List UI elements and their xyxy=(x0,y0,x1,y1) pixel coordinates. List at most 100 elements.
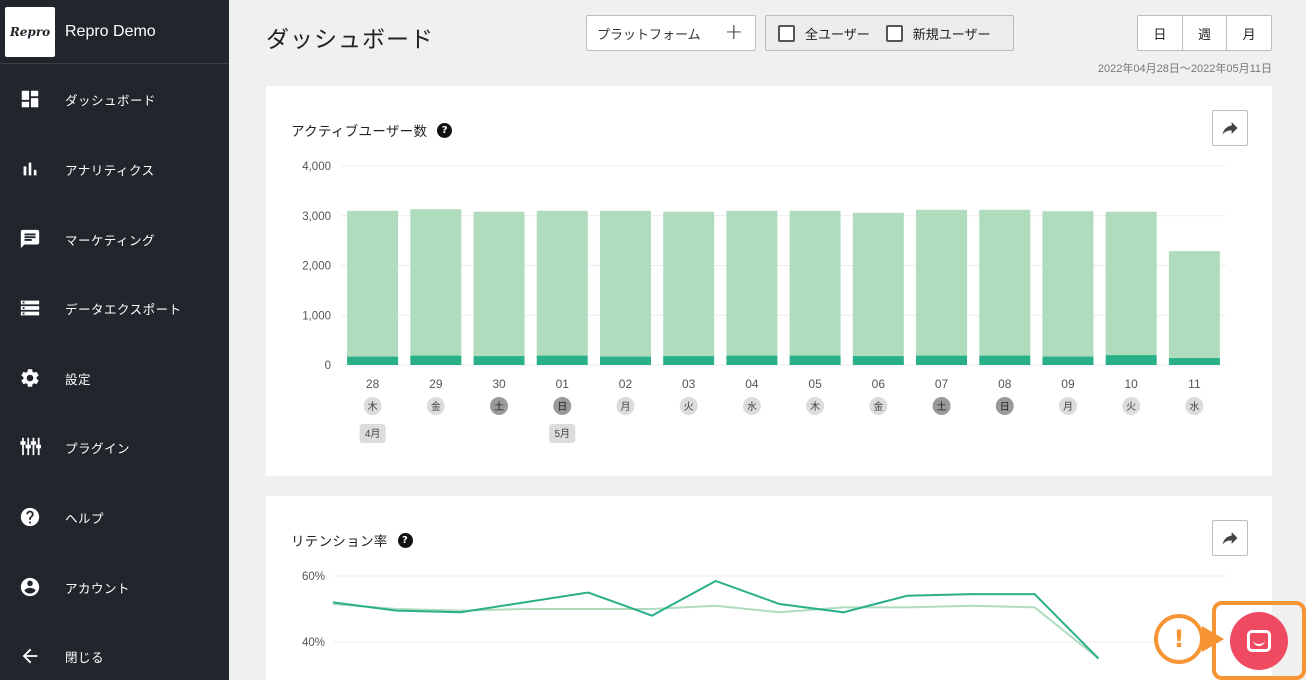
weekday-label: 水 xyxy=(747,401,757,413)
x-tick-label: 09 xyxy=(1061,377,1075,391)
active-users-card: アクティブユーザー数 ? 4,000 3,000 2,000 1,000 0 28 木 29 金… xyxy=(266,86,1272,476)
bar xyxy=(979,209,1031,356)
sidebar-item-help[interactable]: ヘルプ xyxy=(0,497,229,537)
account-icon xyxy=(20,577,40,597)
all-users-label: 全ユーザー xyxy=(805,27,870,43)
x-tick-label: 28 xyxy=(366,377,380,391)
bar xyxy=(410,209,462,356)
y-tick-label: 4,000 xyxy=(302,161,331,173)
x-tick-label: 01 xyxy=(556,377,570,391)
repro-logo[interactable]: Repro xyxy=(5,6,55,57)
y-tick-label: 40% xyxy=(302,637,325,649)
month-label: 4月 xyxy=(365,428,381,440)
bar xyxy=(473,356,525,365)
bar-chart-icon xyxy=(23,162,37,176)
bar xyxy=(916,209,968,356)
x-tick-label: 04 xyxy=(745,377,759,391)
sidebar-item-label: 設定 xyxy=(65,371,92,387)
period-month-button[interactable]: 月 xyxy=(1227,16,1271,50)
period-day-button[interactable]: 日 xyxy=(1138,16,1183,50)
sidebar-item-label: アカウント xyxy=(65,580,131,596)
weekday-label: 日 xyxy=(557,402,567,413)
weekday-label: 火 xyxy=(684,401,694,413)
period-week-button[interactable]: 週 xyxy=(1183,16,1228,50)
list-icon xyxy=(20,300,40,316)
x-tick-label: 06 xyxy=(872,377,886,391)
weekday-label: 日 xyxy=(1000,402,1010,413)
y-tick-label: 60% xyxy=(302,571,325,583)
plugin-icon xyxy=(20,437,41,456)
message-icon xyxy=(20,229,40,249)
sidebar-item-dashboard[interactable]: ダッシュボード xyxy=(0,79,229,119)
bar xyxy=(789,355,841,365)
x-tick-label: 07 xyxy=(935,377,949,391)
chat-icon xyxy=(1247,630,1271,652)
bar xyxy=(410,355,462,365)
bar xyxy=(473,211,525,357)
bar xyxy=(536,355,588,365)
bar xyxy=(979,355,1031,365)
x-tick-label: 29 xyxy=(429,377,443,391)
active-users-chart: 4,000 3,000 2,000 1,000 0 28 木 29 金 30 土 01 日 02 月 03 火 0… xyxy=(302,161,1226,443)
platform-filter-button[interactable]: プラットフォーム + xyxy=(586,15,756,51)
bar xyxy=(347,210,399,357)
sidebar-item-data-export[interactable]: データエクスポート xyxy=(0,288,229,328)
sidebar-item-account[interactable]: アカウント xyxy=(0,567,229,607)
page-title: ダッシュボード xyxy=(266,27,434,53)
bar xyxy=(852,356,904,365)
bar xyxy=(726,355,778,365)
app-name: Repro Demo xyxy=(65,22,156,40)
sidebar-item-label: ヘルプ xyxy=(65,510,105,526)
x-tick-label: 10 xyxy=(1124,377,1138,391)
sidebar-item-close[interactable]: 閉じる xyxy=(0,636,229,676)
weekday-label: 火 xyxy=(1126,401,1136,413)
sidebar-item-label: マーケティング xyxy=(65,232,156,248)
series-line xyxy=(332,579,1100,660)
sidebar-item-label: ダッシュボード xyxy=(65,92,157,108)
bar xyxy=(1105,211,1157,356)
weekday-label: 金 xyxy=(431,400,441,413)
x-tick-label: 05 xyxy=(808,377,822,391)
bar xyxy=(663,211,715,357)
bar xyxy=(347,356,399,365)
sidebar-item-analytics[interactable]: アナリティクス xyxy=(0,149,229,189)
y-tick-label: 3,000 xyxy=(302,211,331,223)
sidebar-item-plugins[interactable]: プラグイン xyxy=(0,427,229,467)
sidebar-item-settings[interactable]: 設定 xyxy=(0,358,229,398)
date-range: 2022年04月28日〜2022年05月11日 xyxy=(1097,63,1272,75)
main-content: ダッシュボード プラットフォーム + 全ユーザー 新規ユーザー 日 週 月 20… xyxy=(229,0,1306,680)
arrow-left-icon xyxy=(22,648,38,664)
bar xyxy=(789,210,841,356)
alert-icon[interactable]: ! xyxy=(1154,614,1204,664)
all-users-checkbox[interactable]: 全ユーザー xyxy=(778,24,870,43)
bar xyxy=(599,210,651,357)
y-tick-label: 0 xyxy=(325,360,331,372)
bar xyxy=(1168,358,1220,365)
gear-icon xyxy=(21,369,39,387)
bar xyxy=(1042,356,1094,365)
month-label: 5月 xyxy=(554,428,570,440)
user-filter: 全ユーザー 新規ユーザー xyxy=(765,15,1014,51)
weekday-label: 金 xyxy=(873,400,883,413)
bar xyxy=(1042,211,1094,357)
weekday-label: 土 xyxy=(494,400,504,413)
plus-icon: + xyxy=(724,20,743,45)
sidebar: Repro Repro Demo ダッシュボード アナリティクス マーケティング… xyxy=(0,0,229,680)
new-users-checkbox[interactable]: 新規ユーザー xyxy=(885,24,991,43)
bar xyxy=(726,210,778,356)
checkbox-icon xyxy=(778,24,795,42)
sidebar-item-label: 閉じる xyxy=(65,649,105,665)
help-icon xyxy=(20,507,40,527)
sidebar-item-marketing[interactable]: マーケティング xyxy=(0,219,229,259)
weekday-label: 土 xyxy=(937,400,947,413)
bar xyxy=(852,212,904,357)
x-tick-label: 08 xyxy=(998,377,1012,391)
dashboard-icon xyxy=(21,90,39,108)
weekday-label: 月 xyxy=(1063,401,1073,413)
new-users-label: 新規ユーザー xyxy=(912,27,991,43)
sidebar-item-label: アナリティクス xyxy=(65,162,155,178)
period-toggle: 日 週 月 xyxy=(1137,15,1272,51)
sidebar-item-label: プラグイン xyxy=(65,440,131,456)
chat-launcher-button[interactable] xyxy=(1230,612,1288,670)
checkbox-icon xyxy=(885,24,903,42)
